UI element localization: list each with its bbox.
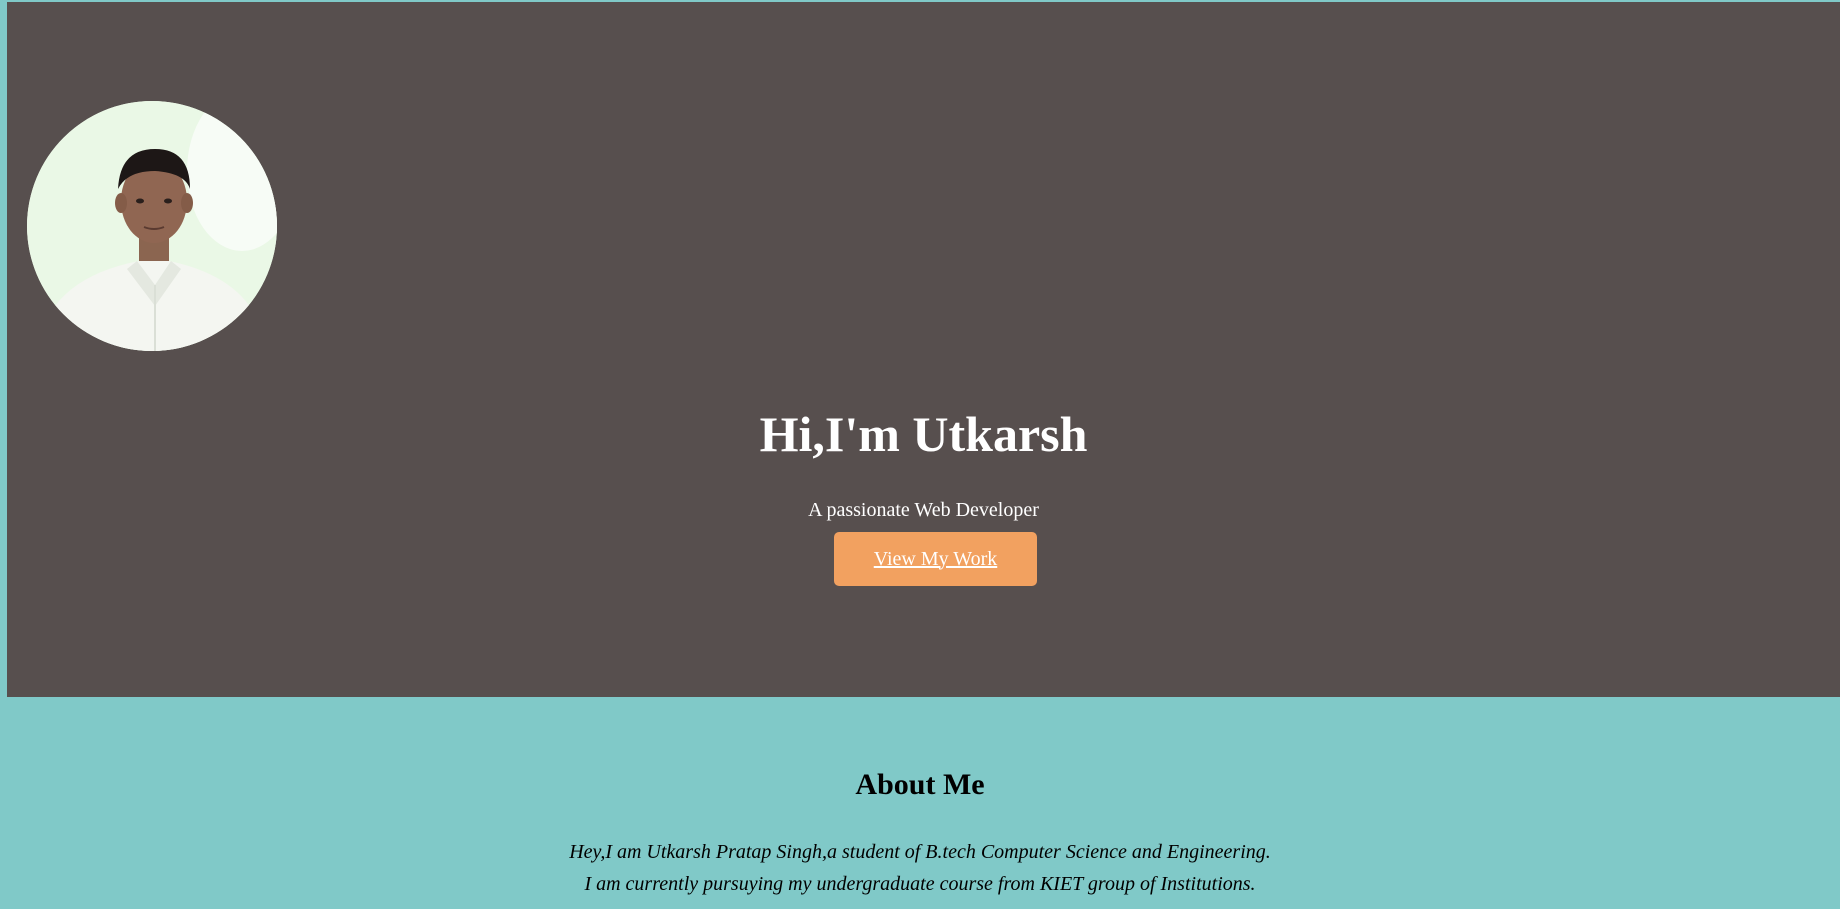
page: Hi,I'm Utkarsh A passionate Web Develope…	[0, 0, 1840, 909]
about-title: About Me	[855, 768, 985, 801]
hero-title: Hi,I'm Utkarsh	[759, 406, 1088, 462]
about-text: Hey,I am Utkarsh Pratap Singh,a student …	[0, 836, 1840, 900]
profile-avatar	[27, 101, 277, 351]
hero-subtitle: A passionate Web Developer	[808, 499, 1039, 521]
about-line-2: I am currently pursuying my undergraduat…	[584, 873, 1256, 895]
hero-section: Hi,I'm Utkarsh A passionate Web Develope…	[7, 2, 1840, 697]
view-my-work-button[interactable]: View My Work	[834, 532, 1037, 586]
about-line-1: Hey,I am Utkarsh Pratap Singh,a student …	[569, 841, 1271, 863]
profile-photo-icon	[27, 101, 277, 351]
